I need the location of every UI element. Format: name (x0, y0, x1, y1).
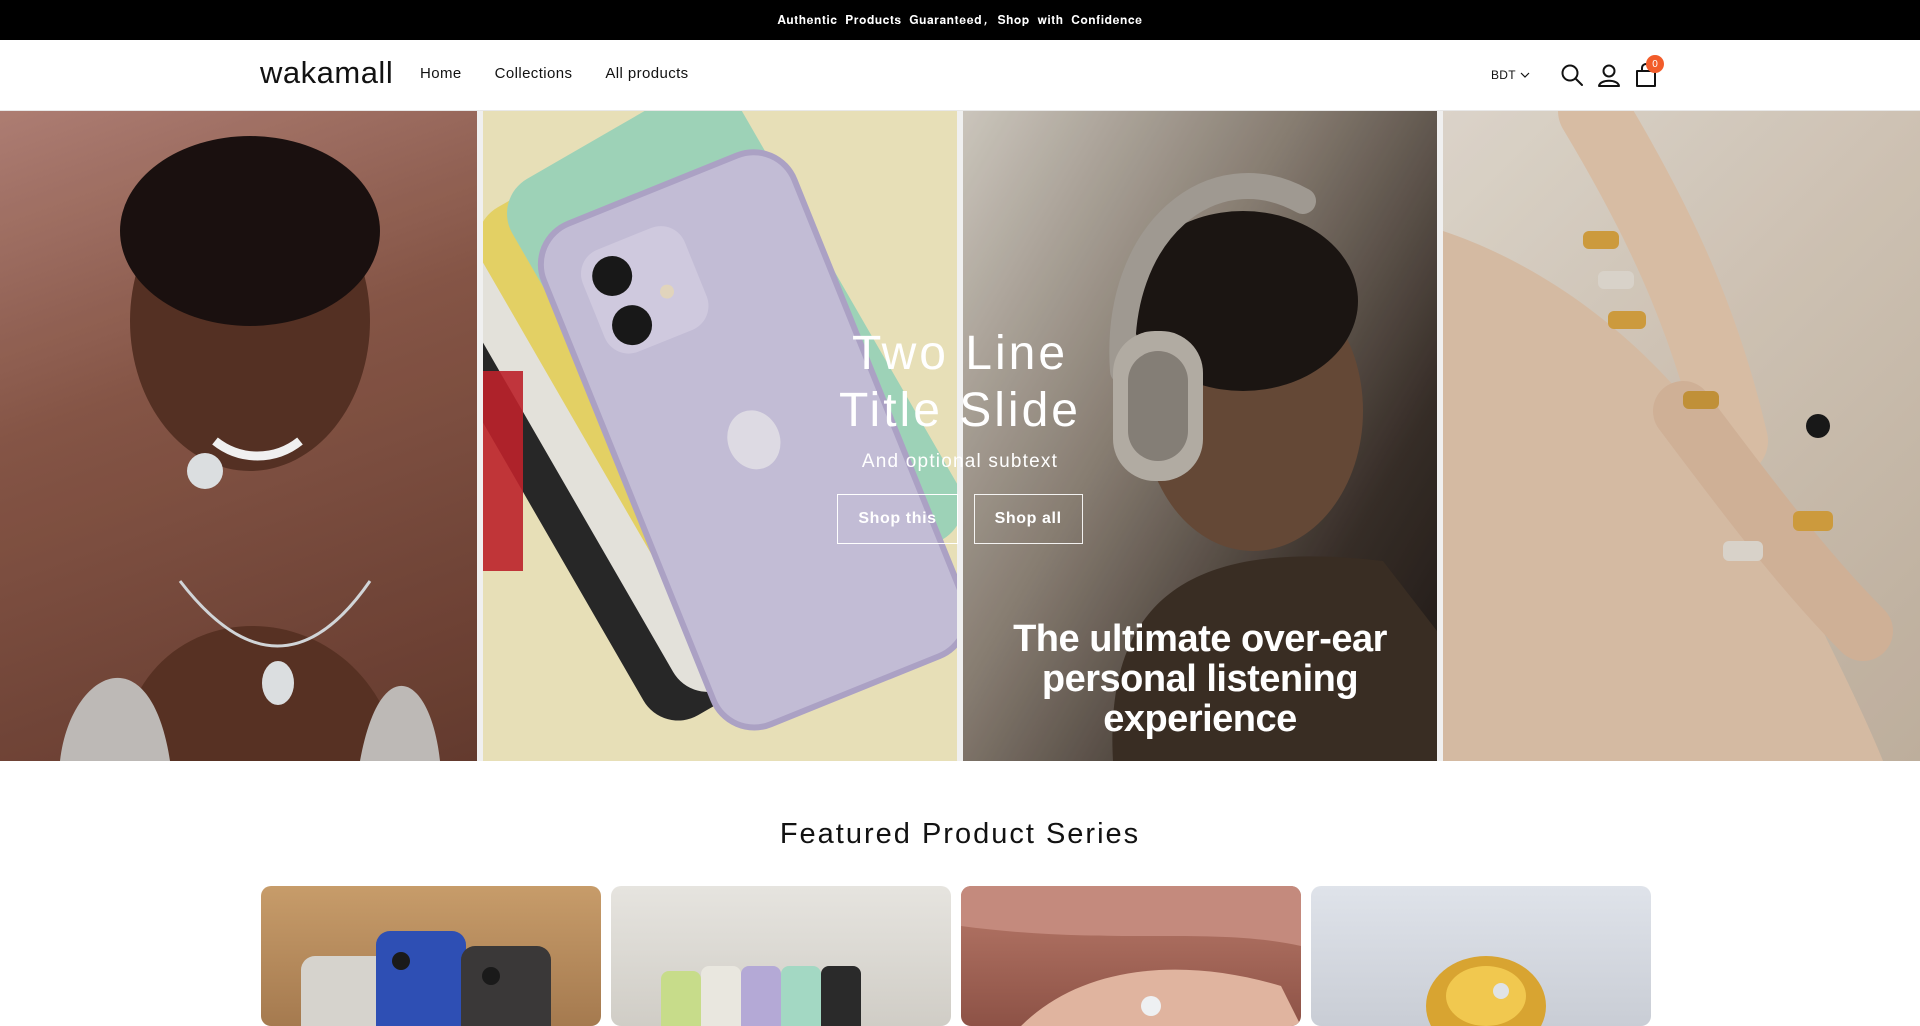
hero-slideshow: The ultimate over-ear personal listening… (0, 111, 1920, 761)
headphones-caption: The ultimate over-ear personal listening… (944, 619, 1456, 739)
portrait-illustration (60, 136, 440, 761)
search-icon[interactable] (1559, 62, 1585, 88)
nav-item-all-products[interactable]: All products (605, 65, 688, 82)
announcement-bar: 𝐀𝐮𝐭𝐡𝐞𝐧𝐭𝐢𝐜 𝐏𝐫𝐨𝐝𝐮𝐜𝐭𝐬 𝐆𝐮𝐚𝐫𝐚𝐧𝐭𝐞𝐞𝐝, 𝐒𝐡𝐨𝐩 𝐰𝐢𝐭𝐡… (0, 0, 1920, 40)
hero-image-jewelry-portrait (0, 111, 477, 761)
hero-image-rings (1443, 111, 1920, 761)
headphones-caption-line2: personal listening experience (1041, 658, 1359, 740)
site-header: wakamall Home Collections All products B… (0, 40, 1920, 111)
hero-subtext: And optional subtext (861, 451, 1059, 472)
shop-this-button[interactable]: Shop this (837, 494, 958, 544)
collection-card-phones[interactable] (261, 886, 601, 1026)
currency-label: BDT (1491, 68, 1516, 82)
card-image-gold-ring (1426, 956, 1546, 1026)
card-image-iphones (661, 966, 861, 1026)
cart-count-badge: 0 (1646, 55, 1664, 73)
site-logo[interactable]: wakamall (260, 55, 393, 91)
announcement-text: 𝐀𝐮𝐭𝐡𝐞𝐧𝐭𝐢𝐜 𝐏𝐫𝐨𝐝𝐮𝐜𝐭𝐬 𝐆𝐮𝐚𝐫𝐚𝐧𝐭𝐞𝐞𝐝, 𝐒𝐡𝐨𝐩 𝐰𝐢𝐭𝐡… (777, 12, 1143, 27)
collection-card-gold-rings[interactable] (1311, 886, 1651, 1026)
hero-buttons: Shop this Shop all (760, 494, 1160, 544)
card-image-phones (301, 931, 551, 1026)
featured-collection-grid (261, 886, 1652, 1026)
rings-illustration (1443, 111, 1893, 761)
hero-title-line2: Title Slide (839, 384, 1081, 437)
collection-card-rings[interactable] (961, 886, 1301, 1026)
account-icon[interactable] (1596, 62, 1622, 88)
nav-item-home[interactable]: Home (420, 65, 462, 82)
hero-title-line1: Two Line (851, 327, 1069, 380)
hero-content: Two Line Title Slide And optional subtex… (760, 325, 1160, 544)
hero-title: Two Line Title Slide (760, 325, 1160, 439)
collection-card-iphones[interactable] (611, 886, 951, 1026)
card-image-ring-hand (961, 886, 1301, 1026)
main-nav: Home Collections All products (420, 65, 722, 82)
nav-item-collections[interactable]: Collections (495, 65, 573, 82)
headphones-caption-line1: The ultimate over-ear (1013, 618, 1387, 660)
currency-selector[interactable]: BDT (1491, 68, 1530, 82)
chevron-down-icon (1520, 72, 1530, 78)
featured-section-title: Featured Product Series (779, 818, 1141, 850)
shop-all-button[interactable]: Shop all (973, 494, 1083, 544)
